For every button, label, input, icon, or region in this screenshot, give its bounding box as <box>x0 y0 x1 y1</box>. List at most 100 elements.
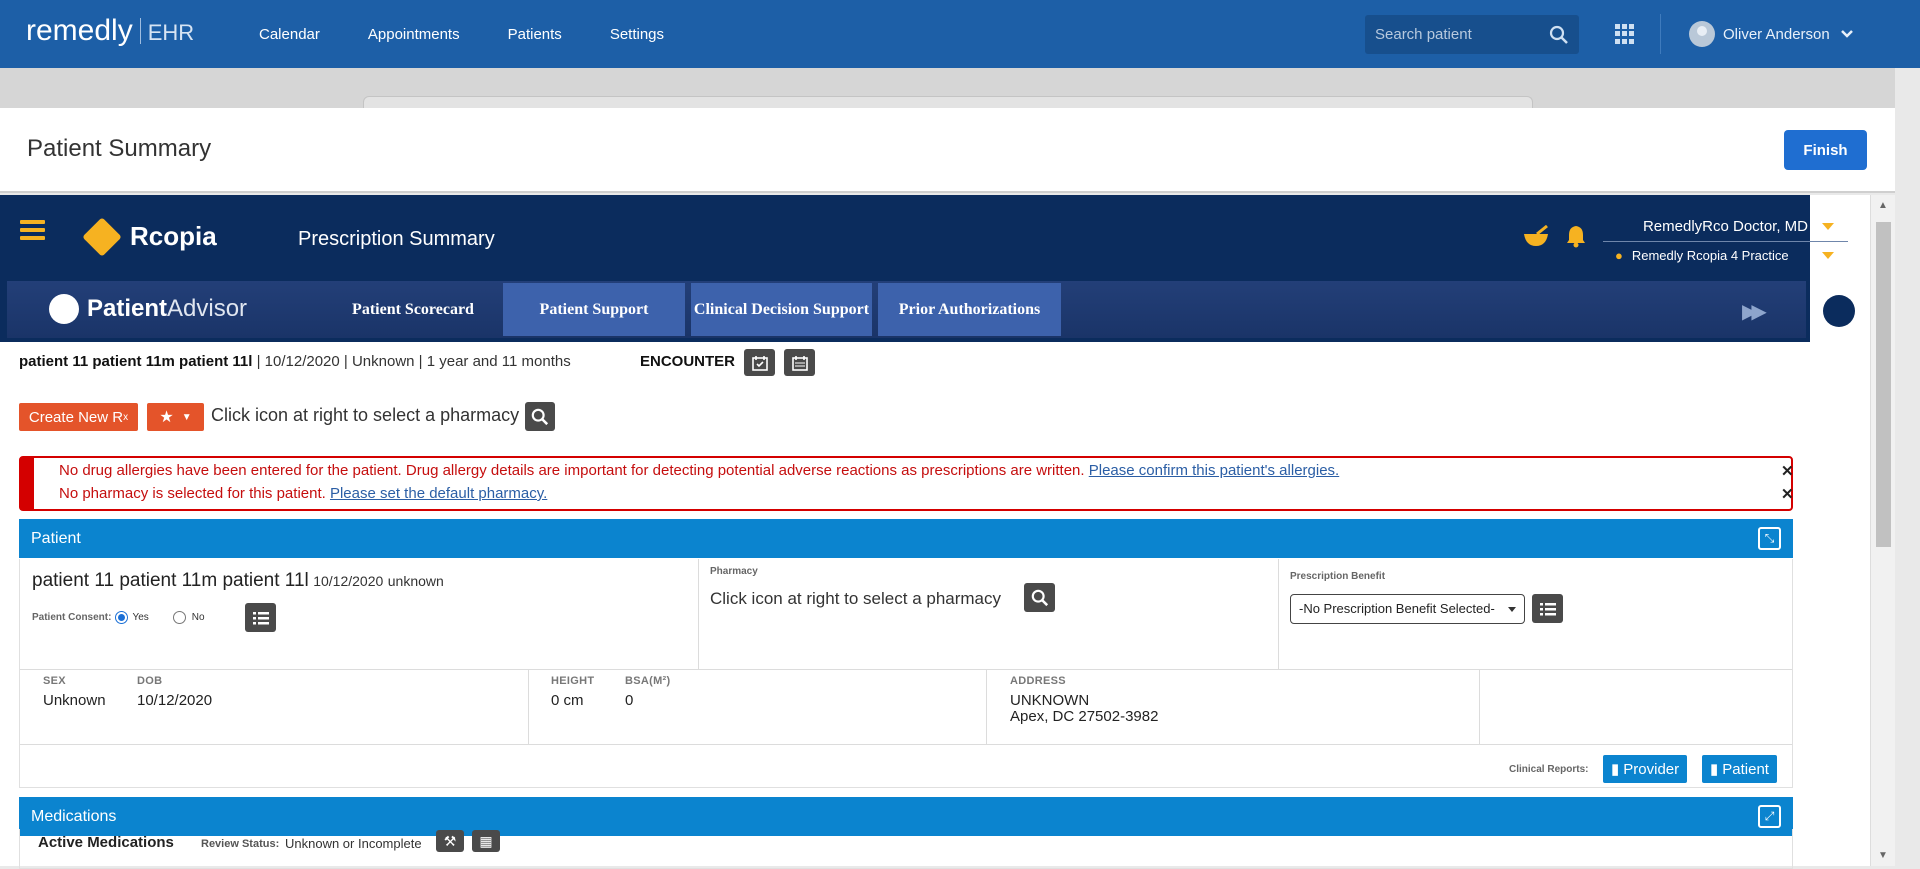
sex-value: Unknown <box>43 692 106 709</box>
nav-appointments[interactable]: Appointments <box>368 26 460 43</box>
logo-main-text: remedly <box>26 14 133 47</box>
tab-clinical-decision-support[interactable]: Clinical Decision Support <box>691 283 872 336</box>
review-status-value: Unknown or Incomplete <box>285 836 422 851</box>
height-value: 0 cm <box>551 692 584 709</box>
provider-report-button[interactable]: ▮ Provider <box>1603 755 1688 783</box>
patient-report-button[interactable]: ▮ Patient <box>1702 755 1777 783</box>
scroll-thumb[interactable] <box>1876 222 1891 547</box>
list-icon[interactable] <box>1532 594 1563 623</box>
hamburger-menu-icon[interactable] <box>20 220 45 240</box>
collapse-icon[interactable]: ⤡ <box>1758 527 1781 550</box>
rcopia-logo-icon <box>82 216 122 257</box>
address-label: ADDRESS <box>1010 675 1066 687</box>
patient-panel-title: Patient <box>31 529 81 547</box>
page-title: Patient Summary <box>27 135 212 162</box>
main-nav: Calendar Appointments Patients Settings <box>259 0 712 68</box>
content-strip <box>0 68 1895 110</box>
expand-icon[interactable]: ⤢ <box>1758 805 1781 828</box>
medications-panel-title: Medications <box>31 807 117 825</box>
divider <box>20 669 1792 670</box>
patient-panel-header: Patient ⤡ <box>19 519 1793 558</box>
patient-info-line: patient 11 patient 11m patient 11l | 10/… <box>19 353 571 370</box>
rcopia-frame: ▲ ▼ Rcopia Prescription Summary RemedlyR… <box>0 195 1895 869</box>
sex-label: SEX <box>43 675 66 687</box>
calendar-icon[interactable] <box>784 349 815 376</box>
height-label: HEIGHT <box>551 675 595 687</box>
pharmacy-alert: No pharmacy is selected for this patient… <box>59 485 547 502</box>
fast-forward-icon[interactable]: ▶▶ <box>1742 299 1767 324</box>
benefit-select[interactable]: -No Prescription Benefit Selected- <box>1290 594 1525 624</box>
scroll-up-icon[interactable]: ▲ <box>1878 200 1888 211</box>
caret-down-icon <box>1822 222 1834 230</box>
doctor-dropdown[interactable]: RemedlyRco Doctor, MD <box>1603 211 1848 242</box>
caret-down-icon <box>1822 252 1834 259</box>
rcopia-logo-text: Rcopia <box>130 221 217 251</box>
divider <box>1479 669 1480 744</box>
finish-button[interactable]: Finish <box>1784 130 1867 170</box>
confirm-allergies-link[interactable]: Please confirm this patient's allergies. <box>1089 462 1339 479</box>
list-icon[interactable] <box>245 603 276 632</box>
patient-name: patient 11 patient 11m patient 11l <box>19 353 253 370</box>
alert-box: No drug allergies have been entered for … <box>19 456 1794 511</box>
pharmacy-hint: Click icon at right to select a pharmacy <box>211 405 520 425</box>
nav-patients[interactable]: Patients <box>508 26 562 43</box>
medications-panel-body: Active Medications Review Status: Unknow… <box>19 829 1793 869</box>
pharmacy-search-icon[interactable] <box>525 402 555 431</box>
pharmacy-alert-text: No pharmacy is selected for this patient… <box>59 485 330 502</box>
divider <box>528 669 529 744</box>
allergy-alert: No drug allergies have been entered for … <box>59 462 1339 479</box>
nav-settings[interactable]: Settings <box>610 26 664 43</box>
calendar-icon[interactable]: ▦ <box>472 830 500 852</box>
close-icon[interactable]: ✕ <box>1781 462 1794 480</box>
practice-name: Remedly Rcopia 4 Practice <box>1631 248 1789 263</box>
app-logo[interactable]: remedly EHR <box>26 14 194 48</box>
frame-scrollbar[interactable]: ▲ ▼ <box>1870 195 1895 866</box>
patient-advisor-side-icon[interactable] <box>1823 295 1855 327</box>
rcopia-header: Rcopia Prescription Summary RemedlyRco D… <box>0 195 1848 342</box>
provider-report-label: Provider <box>1623 760 1680 778</box>
mortar-pestle-icon[interactable] <box>1522 224 1550 255</box>
tab-patient-support[interactable]: Patient Support <box>503 283 685 336</box>
favorites-dropdown-button[interactable]: ★ ▼ <box>147 403 204 431</box>
active-medications-heading: Active Medications <box>38 834 174 851</box>
pharmacy-search-icon[interactable] <box>1024 583 1055 612</box>
patient-details: | 10/12/2020 | Unknown | 1 year and 11 m… <box>252 353 571 370</box>
gavel-icon[interactable]: ⚒ <box>436 830 464 852</box>
calendar-check-icon[interactable] <box>744 349 775 376</box>
tab-patient-scorecard[interactable]: Patient Scorecard <box>327 283 499 336</box>
close-icon[interactable]: ✕ <box>1781 485 1794 503</box>
consent-no-radio[interactable] <box>172 611 186 624</box>
consent-yes-radio[interactable] <box>115 611 129 624</box>
tab-prior-authorizations[interactable]: Prior Authorizations <box>878 283 1061 336</box>
patient-panel-body: patient 11 patient 11m patient 11l 10/12… <box>19 559 1793 788</box>
practice-dropdown[interactable]: ● Remedly Rcopia 4 Practice <box>1603 242 1848 269</box>
search-icon[interactable] <box>1549 25 1569 45</box>
create-new-rx-button[interactable]: Create New Rx <box>19 403 138 431</box>
logo-sub-text: EHR <box>147 20 195 45</box>
set-default-pharmacy-link[interactable]: Please set the default pharmacy. <box>330 485 547 502</box>
avatar <box>1689 21 1715 47</box>
clinical-reports-label: Clinical Reports: <box>1509 764 1589 775</box>
nav-calendar[interactable]: Calendar <box>259 26 320 43</box>
benefit-label: Prescription Benefit <box>1290 571 1386 582</box>
nav-divider <box>1660 14 1661 54</box>
bsa-value: 0 <box>625 692 634 709</box>
chevron-down-icon <box>1840 30 1853 38</box>
rcopia-page-title: Prescription Summary <box>298 228 495 250</box>
divider <box>1278 559 1279 669</box>
user-menu[interactable]: Oliver Anderson <box>1689 21 1854 47</box>
search-box <box>1365 15 1579 54</box>
pharmacy-label: Pharmacy <box>710 566 758 577</box>
create-rx-label: Create New R <box>28 408 124 426</box>
patient-advisor-logo-icon <box>49 294 79 324</box>
search-input[interactable] <box>1375 26 1545 43</box>
star-icon: ★ <box>159 409 174 426</box>
dob-label: DOB <box>137 675 163 687</box>
bell-icon[interactable] <box>1565 224 1587 254</box>
apps-grid-icon[interactable] <box>1615 24 1635 44</box>
divider <box>986 669 987 744</box>
panel-patient-dob: 10/12/2020 <box>313 573 384 589</box>
provider-selector: RemedlyRco Doctor, MD ● Remedly Rcopia 4 … <box>1603 211 1848 269</box>
scroll-down-icon[interactable]: ▼ <box>1878 850 1888 861</box>
bsa-label: BSA(M²) <box>625 675 671 687</box>
